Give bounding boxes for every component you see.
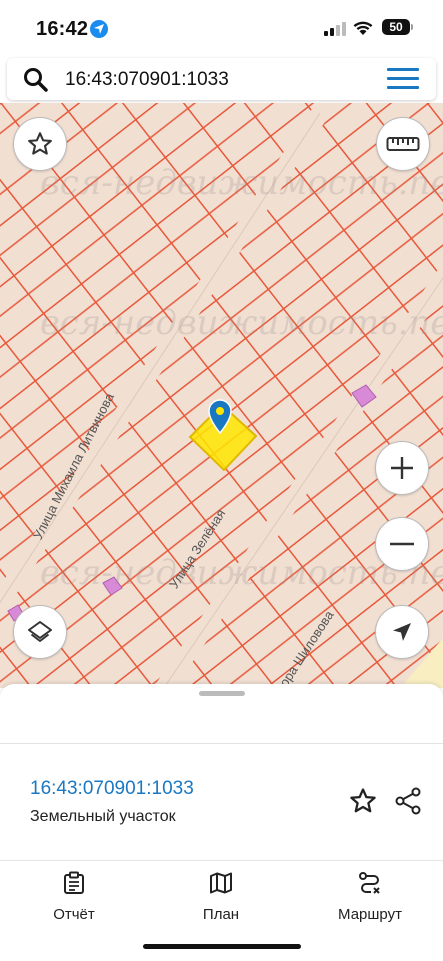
battery-tip xyxy=(411,24,413,30)
route-icon xyxy=(359,872,380,894)
ruler-icon xyxy=(386,137,420,151)
cadastral-number[interactable]: 16:43:070901:1033 xyxy=(30,778,194,800)
cellular-signal-icon xyxy=(324,22,346,41)
hamburger-menu-icon[interactable] xyxy=(387,68,421,90)
zoom-in-button[interactable] xyxy=(375,441,429,495)
search-input[interactable] xyxy=(63,64,367,96)
minus-icon xyxy=(390,542,414,546)
share-icon[interactable] xyxy=(393,786,423,821)
wifi-icon xyxy=(352,20,374,41)
cadastral-map[interactable] xyxy=(0,103,443,688)
nav-report[interactable]: Отчёт xyxy=(46,871,102,923)
favorite-star-button[interactable] xyxy=(13,117,67,171)
clipboard-icon xyxy=(64,871,84,894)
nav-route-label: Маршрут xyxy=(338,906,402,923)
star-icon[interactable] xyxy=(348,786,378,821)
nav-plan[interactable]: План xyxy=(198,871,244,923)
layers-button[interactable] xyxy=(13,605,67,659)
my-location-button[interactable] xyxy=(375,605,429,659)
map-view[interactable]: Улица Михаила Литвинова Улица Зелёная кт… xyxy=(0,103,443,688)
search-bar xyxy=(7,58,436,100)
status-time: 16:42 xyxy=(36,18,89,40)
ruler-button[interactable] xyxy=(376,117,430,171)
location-arrow-icon xyxy=(90,20,108,38)
nav-report-label: Отчёт xyxy=(53,906,95,923)
map-icon xyxy=(210,872,232,894)
zoom-out-button[interactable] xyxy=(375,517,429,571)
layers-icon xyxy=(28,621,52,642)
navigation-arrow-icon xyxy=(393,623,411,641)
search-icon[interactable] xyxy=(23,67,49,98)
star-icon xyxy=(28,132,52,155)
battery-icon: 50 xyxy=(382,19,410,35)
plus-icon xyxy=(391,457,413,479)
sheet-drag-handle[interactable] xyxy=(199,691,245,696)
status-bar: 16:42 50 xyxy=(0,0,443,56)
nav-route[interactable]: Маршрут xyxy=(333,871,407,923)
info-sheet[interactable]: 16:43:070901:1033 Земельный участок xyxy=(0,684,443,860)
nav-plan-label: План xyxy=(202,906,240,923)
divider xyxy=(0,743,443,744)
object-type: Земельный участок xyxy=(30,808,176,825)
home-indicator[interactable] xyxy=(143,944,301,949)
